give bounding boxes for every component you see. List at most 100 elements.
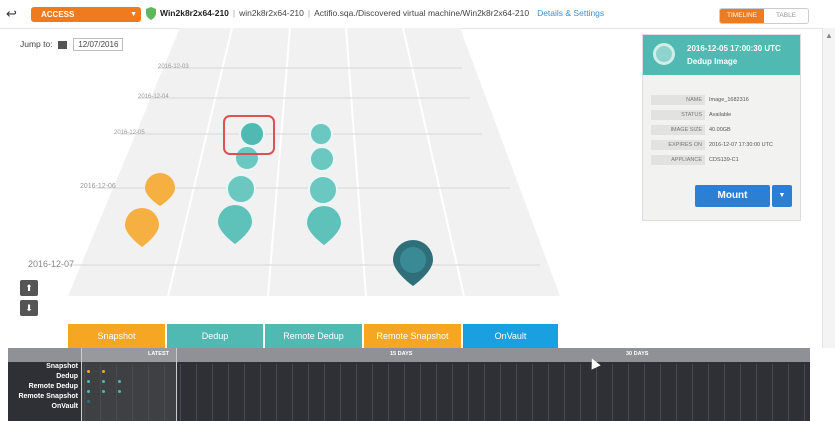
scroll-up-icon[interactable]: ▲ [825, 31, 833, 40]
lane-dedup[interactable]: Dedup [167, 324, 263, 348]
dedup-image-icon [653, 43, 675, 65]
remote-dedup-dot [118, 390, 121, 393]
top-bar: ↩ ACCESS ▼ Win2k8r2x64-210 | win2k8r2x64-2… [0, 0, 835, 29]
panel-header: 2016-12-05 17:00:30 UTC Dedup Image [643, 35, 800, 75]
row-date-label: 2016-12-03 [158, 64, 189, 70]
overview-tick [164, 364, 165, 421]
overview-tick [244, 364, 245, 421]
overview-tick [132, 364, 133, 421]
overview-tick [228, 364, 229, 421]
dedup-pin[interactable] [226, 174, 256, 204]
scroll-down-button[interactable]: ⬇ [20, 300, 38, 316]
jump-label: Jump to: [20, 39, 53, 49]
overview-tick [388, 364, 389, 421]
series-label: OnVault [51, 403, 78, 410]
overview-tick [548, 364, 549, 421]
mount-button[interactable]: Mount [695, 185, 770, 207]
overview-tick [180, 364, 181, 421]
overview-tick [740, 364, 741, 421]
overview-tick [612, 364, 613, 421]
back-arrow-icon[interactable]: ↩ [6, 7, 22, 21]
view-toggle: TIMELINE TABLE [719, 8, 809, 24]
snapshot-dot [87, 370, 90, 373]
jump-to: Jump to: 12/07/2016 [20, 38, 124, 51]
overview-tick [372, 364, 373, 421]
jump-date-input[interactable]: 12/07/2016 [73, 38, 124, 51]
remote-snapshot-dot [87, 400, 90, 403]
remote-dedup-pin[interactable] [308, 175, 338, 205]
days30-label: 30 DAYS [626, 351, 649, 357]
remote-dedup-dot [87, 390, 90, 393]
field-expires-on: EXPIRES ON 2016-12-07 17:30:00 UTC [651, 140, 799, 150]
table-toggle[interactable]: TABLE [764, 9, 808, 23]
overview-tick [708, 364, 709, 421]
days15-label: 15 DAYS [390, 351, 413, 357]
lane-remote-snapshot[interactable]: Remote Snapshot [364, 324, 461, 348]
dedup-dot [118, 380, 121, 383]
overview-tick [532, 364, 533, 421]
overview-tick [676, 364, 677, 421]
access-label: ACCESS [41, 10, 75, 19]
lane-remote-dedup[interactable]: Remote Dedup [265, 324, 362, 348]
remote-dedup-pin[interactable] [309, 122, 333, 146]
overview-tick [308, 364, 309, 421]
remote-dedup-dot [102, 390, 105, 393]
series-label: Snapshot [46, 363, 78, 370]
overview-tick [100, 364, 101, 421]
overview-tick [196, 364, 197, 421]
row-date-label: 2016-12-04 [138, 94, 169, 100]
calendar-icon[interactable] [57, 40, 67, 49]
overview-tick [644, 364, 645, 421]
image-details-panel: 2016-12-05 17:00:30 UTC Dedup Image NAME… [642, 34, 801, 221]
host-lower: win2k8r2x64-210 [239, 8, 304, 18]
breadcrumb-path: Actifio.sqa./Discovered virtual machine/… [314, 8, 530, 18]
overview-tick [276, 364, 277, 421]
snapshot-dot [102, 370, 105, 373]
overview-tick [724, 364, 725, 421]
lane-snapshot[interactable]: Snapshot [68, 324, 165, 348]
scroll-up-button[interactable]: ⬆ [20, 280, 38, 296]
field-image-size: IMAGE SIZE 40.00GB [651, 125, 799, 135]
row-date-label: 2016-12-06 [80, 183, 116, 190]
shield-icon [146, 7, 156, 20]
dedup-dot [87, 380, 90, 383]
overview-tick [500, 364, 501, 421]
chevron-down-icon: ▼ [130, 11, 137, 18]
series-label: Remote Dedup [28, 383, 78, 390]
overview-tick [564, 364, 565, 421]
host-name: Win2k8r2x64-210 [160, 8, 229, 18]
row-date-label: 2016-12-05 [114, 130, 145, 136]
overview-tick [436, 364, 437, 421]
overview-tick [484, 364, 485, 421]
series-label: Dedup [56, 373, 78, 380]
overview-tick [84, 364, 85, 421]
remote-snapshot-pin-inner [400, 247, 426, 273]
details-settings-link[interactable]: Details & Settings [537, 8, 604, 18]
overview-tick [804, 364, 805, 421]
overview-tick [468, 364, 469, 421]
field-appliance: APPLIANCE CDS139-C1 [651, 155, 799, 165]
overview-window[interactable] [81, 348, 177, 421]
remote-dedup-pin[interactable] [309, 146, 335, 172]
overview-tick [756, 364, 757, 421]
timeline-toggle[interactable]: TIMELINE [720, 9, 764, 23]
scrollbar[interactable]: ▲ [822, 28, 835, 348]
dedup-pin[interactable] [234, 145, 260, 171]
field-status: STATUS Available [651, 110, 799, 120]
overview-tick [212, 364, 213, 421]
mount-options-button[interactable]: ▼ [772, 185, 792, 207]
overview-tick [660, 364, 661, 421]
lane-onvault[interactable]: OnVault [463, 324, 558, 348]
image-timestamp: 2016-12-05 17:00:30 UTC [687, 44, 781, 53]
row-date-label: 2016-12-07 [28, 259, 75, 269]
access-dropdown[interactable]: ACCESS ▼ [31, 7, 141, 22]
overview-tick [452, 364, 453, 421]
overview-tick [340, 364, 341, 421]
dedup-dot [102, 380, 105, 383]
overview-tick [580, 364, 581, 421]
field-name: NAME Image_1682316 [651, 95, 799, 105]
timeline-overview[interactable]: LATEST 15 DAYS 30 DAYS [8, 348, 810, 421]
dedup-pin[interactable] [239, 121, 265, 147]
overview-tick [356, 364, 357, 421]
overview-tick [516, 364, 517, 421]
